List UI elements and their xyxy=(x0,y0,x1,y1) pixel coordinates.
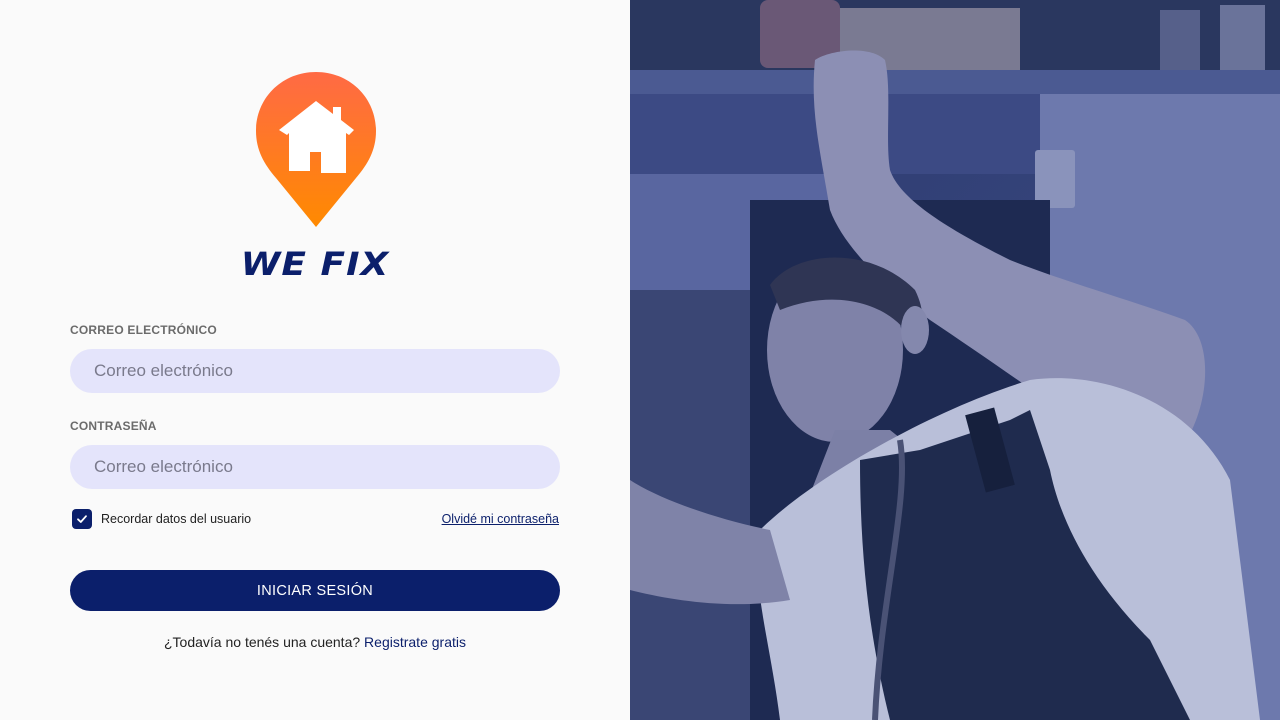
hero-photo xyxy=(630,0,1280,720)
remember-checkbox[interactable] xyxy=(72,509,92,529)
signup-prompt-text: ¿Todavía no tenés una cuenta? xyxy=(164,634,361,650)
login-button[interactable]: INICIAR SESIÓN xyxy=(70,570,560,611)
password-input[interactable] xyxy=(70,445,560,489)
email-label: CORREO ELECTRÓNICO xyxy=(70,323,217,337)
plumber-photo-illustration xyxy=(630,0,1280,720)
login-panel: WE FIX CORREO ELECTRÓNICO CONTRASEÑA Rec… xyxy=(0,0,630,720)
check-icon xyxy=(77,515,87,523)
signup-prompt: ¿Todavía no tenés una cuenta? Registrate… xyxy=(70,634,560,650)
house-pin-logo-icon xyxy=(256,72,376,227)
email-input[interactable] xyxy=(70,349,560,393)
forgot-password-link[interactable]: Olvidé mi contraseña xyxy=(442,512,559,526)
signup-link[interactable]: Registrate gratis xyxy=(364,634,466,650)
remember-label: Recordar datos del usuario xyxy=(101,512,252,526)
brand-wordmark: WE FIX xyxy=(240,246,390,283)
password-label: CONTRASEÑA xyxy=(70,419,157,433)
